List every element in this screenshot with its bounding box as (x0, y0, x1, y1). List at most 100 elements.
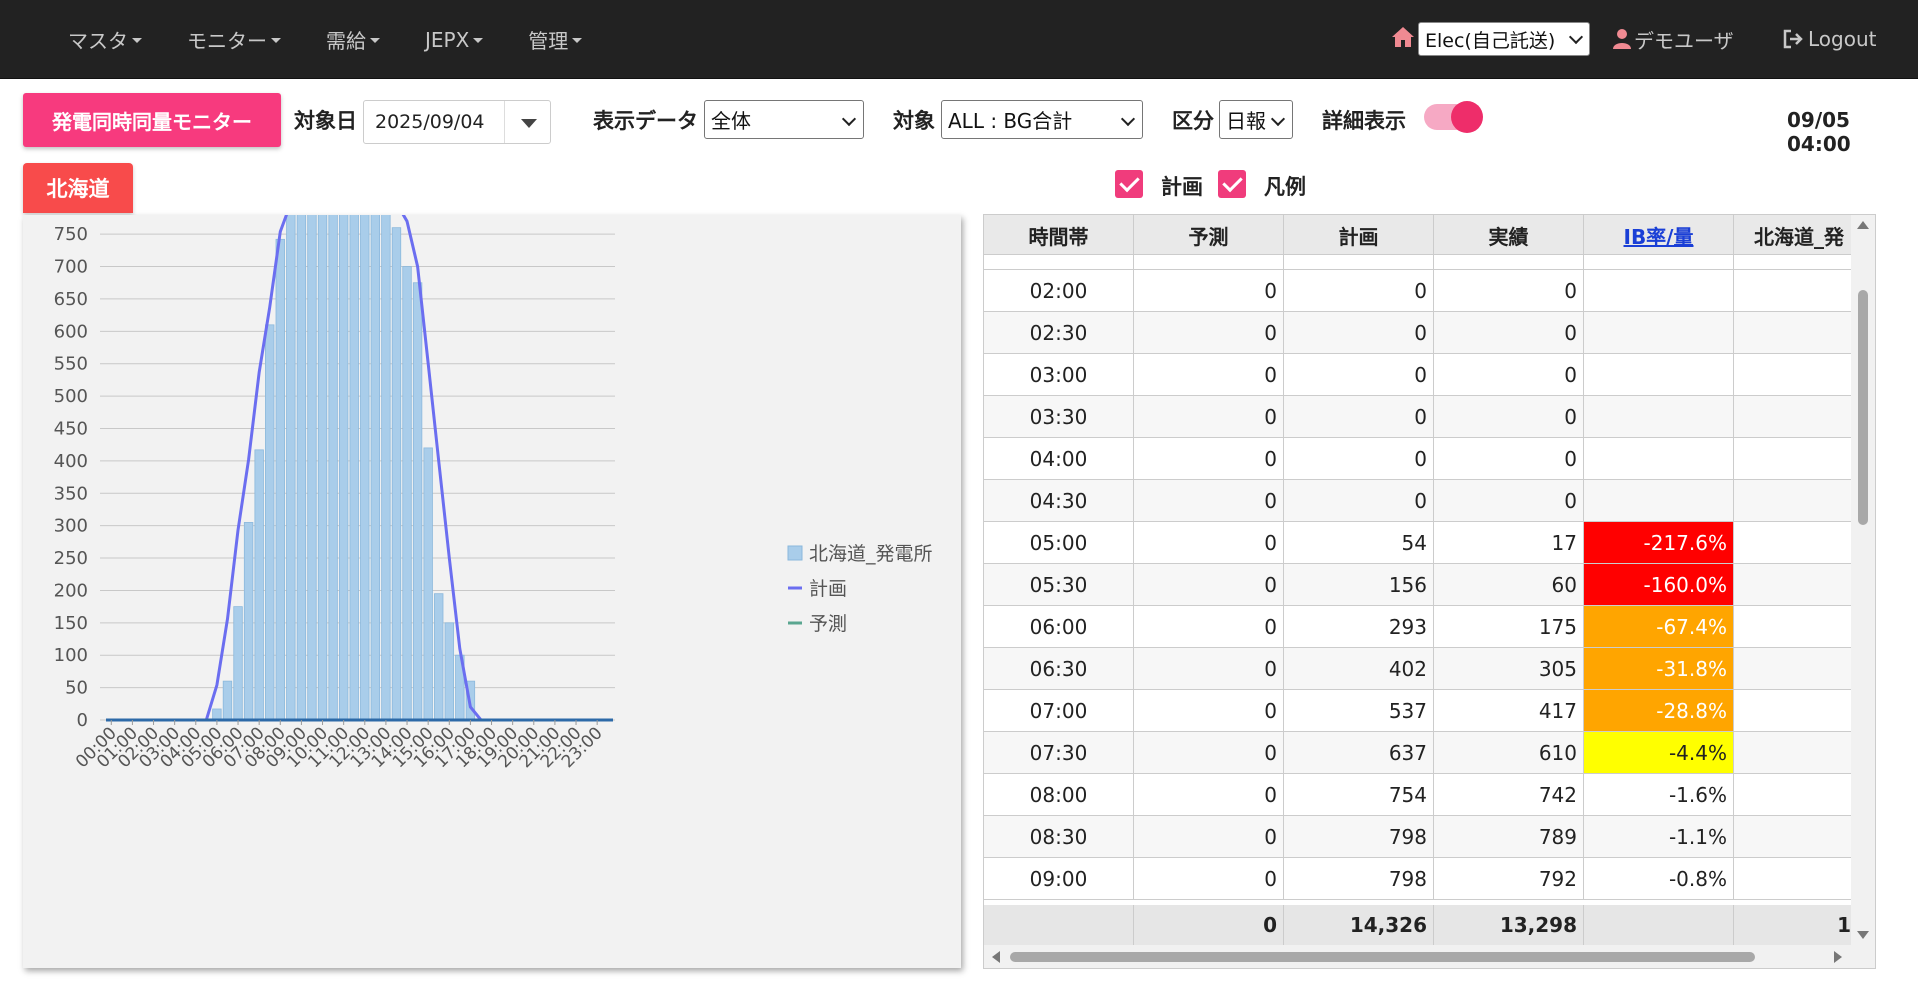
table-cell-actual: 0 (1434, 354, 1584, 395)
table-row: 06:30 0 402 305 -31.8% (984, 648, 1851, 690)
table-cell-forecast: 0 (1134, 648, 1284, 689)
col-actual-header[interactable]: 実績 (1434, 215, 1584, 255)
table-cell-time: 02:00 (984, 270, 1134, 311)
chart-bar (444, 622, 454, 721)
table-cell-plan: 754 (1284, 774, 1434, 815)
chart-bar (402, 266, 412, 721)
y-tick-label: 250 (54, 548, 88, 569)
table-cell-time: 05:30 (984, 564, 1134, 605)
table-cell-extra (1734, 270, 1851, 311)
date-label: 対象日 (294, 109, 357, 133)
col-plan-header[interactable]: 計画 (1284, 215, 1434, 255)
date-picker[interactable]: 2025/09/04 (363, 100, 551, 144)
table-cell-plan: 0 (1284, 438, 1434, 479)
table-row: 05:00 0 54 17 -217.6% (984, 522, 1851, 564)
table-cell-forecast: 0 (1134, 774, 1284, 815)
table-cell-actual: 305 (1434, 648, 1584, 689)
table-horizontal-scrollbar[interactable] (984, 945, 1875, 968)
table-cell-actual: 417 (1434, 690, 1584, 731)
chart-bar (212, 708, 222, 721)
col-time-header[interactable]: 時間帯 (984, 215, 1134, 255)
menu-monitor-label: モニター (187, 29, 267, 53)
table-cell-time: 04:00 (984, 438, 1134, 479)
menu-admin-label: 管理 (528, 29, 569, 53)
table-cell-plan: 402 (1284, 648, 1434, 689)
data-table: 時間帯 予測 計画 実績 IB率/量 北海道_発 02:00 0 0 0 02:30 0 0… (983, 214, 1876, 969)
table-cell-time: 04:30 (984, 480, 1134, 521)
scroll-up-arrow-icon[interactable] (1857, 221, 1869, 229)
legend-label: 北海道_発電所 (809, 543, 933, 565)
menu-master[interactable]: マスタ (68, 25, 142, 54)
chevron-down-icon (1270, 111, 1286, 127)
chart-bar (349, 215, 359, 721)
table-cell-time: 07:00 (984, 690, 1134, 731)
table-cell-ib (1584, 438, 1734, 479)
menu-supply-demand[interactable]: 需給 (326, 25, 380, 54)
table-cell-extra (1734, 858, 1851, 899)
table-cell (1434, 255, 1584, 270)
calendar-dropdown-icon[interactable] (521, 119, 537, 128)
table-cell-actual: 0 (1434, 396, 1584, 437)
display-data-select[interactable]: 全体 (704, 100, 864, 139)
table-cell-extra (1734, 522, 1851, 563)
chart-bar (243, 522, 254, 721)
menu-admin[interactable]: 管理 (528, 25, 583, 54)
y-tick-label: 500 (54, 386, 88, 407)
target-select[interactable]: ALL : BG合計 (941, 100, 1143, 139)
vertical-scroll-thumb[interactable] (1858, 290, 1868, 525)
horizontal-scroll-thumb[interactable] (1010, 952, 1755, 962)
table-cell (984, 255, 1134, 270)
y-tick-label: 750 (54, 224, 88, 245)
tab-region-hokkaido[interactable]: 北海道 (23, 163, 133, 213)
category-select[interactable]: 日報 (1219, 100, 1293, 139)
col-ib-rate-link[interactable]: IB率/量 (1584, 215, 1734, 255)
table-cell (1284, 255, 1434, 270)
caret-down-icon (132, 38, 142, 43)
table-cell-ib (1584, 312, 1734, 353)
plan-checkbox[interactable] (1115, 170, 1143, 198)
table-cell-actual: 0 (1434, 312, 1584, 353)
table-cell-forecast: 0 (1134, 816, 1284, 857)
chart-bar (328, 215, 338, 721)
legend-checkbox[interactable] (1218, 170, 1246, 198)
total-actual: 13,298 (1434, 905, 1584, 945)
table-header: 時間帯 予測 計画 実績 IB率/量 北海道_発 (984, 215, 1851, 255)
table-row: 06:00 0 293 175 -67.4% (984, 606, 1851, 648)
table-cell-plan: 537 (1284, 690, 1434, 731)
detail-view-toggle[interactable] (1424, 101, 1483, 133)
table-cell-forecast: 0 (1134, 354, 1284, 395)
organization-select[interactable]: Elec(自己託送) (1418, 22, 1590, 56)
y-tick-label: 400 (54, 451, 88, 472)
col-plant-header[interactable]: 北海道_発 (1734, 215, 1851, 255)
menu-jepx[interactable]: JEPX (425, 28, 484, 52)
scroll-left-arrow-icon[interactable] (992, 951, 1000, 963)
y-tick-label: 450 (54, 418, 88, 439)
table-row: 04:00 0 0 0 (984, 438, 1851, 480)
table-cell-extra (1734, 564, 1851, 605)
y-tick-label: 100 (54, 645, 88, 666)
logout-link[interactable]: Logout (1782, 22, 1876, 56)
chart-bar (275, 238, 285, 721)
table-cell-time: 02:30 (984, 312, 1134, 353)
table-cell-ib (1584, 270, 1734, 311)
table-cell-actual: 0 (1434, 480, 1584, 521)
table-row: 09:00 0 798 792 -0.8% (984, 858, 1851, 900)
menu-supply-demand-label: 需給 (326, 29, 366, 53)
scroll-right-arrow-icon[interactable] (1834, 951, 1842, 963)
scroll-down-arrow-icon[interactable] (1857, 931, 1869, 939)
chart-bar (381, 215, 391, 721)
chart-bar (286, 215, 296, 721)
home-icon[interactable] (1391, 25, 1415, 49)
col-forecast-header[interactable]: 予測 (1134, 215, 1284, 255)
table-cell-time: 03:00 (984, 354, 1134, 395)
table-vertical-scrollbar[interactable] (1851, 215, 1875, 945)
display-data-label: 表示データ (593, 109, 698, 133)
menu-monitor[interactable]: モニター (187, 25, 281, 54)
chart-bar (296, 215, 307, 721)
user-menu[interactable]: デモユーザ (1612, 22, 1734, 56)
table-cell-plan: 0 (1284, 480, 1434, 521)
monitor-title-button[interactable]: 発電同時同量モニター (23, 93, 281, 147)
table-cell-ib: -160.0% (1584, 564, 1734, 605)
table-cell-ib: -217.6% (1584, 522, 1734, 563)
table-cell-forecast: 0 (1134, 522, 1284, 563)
